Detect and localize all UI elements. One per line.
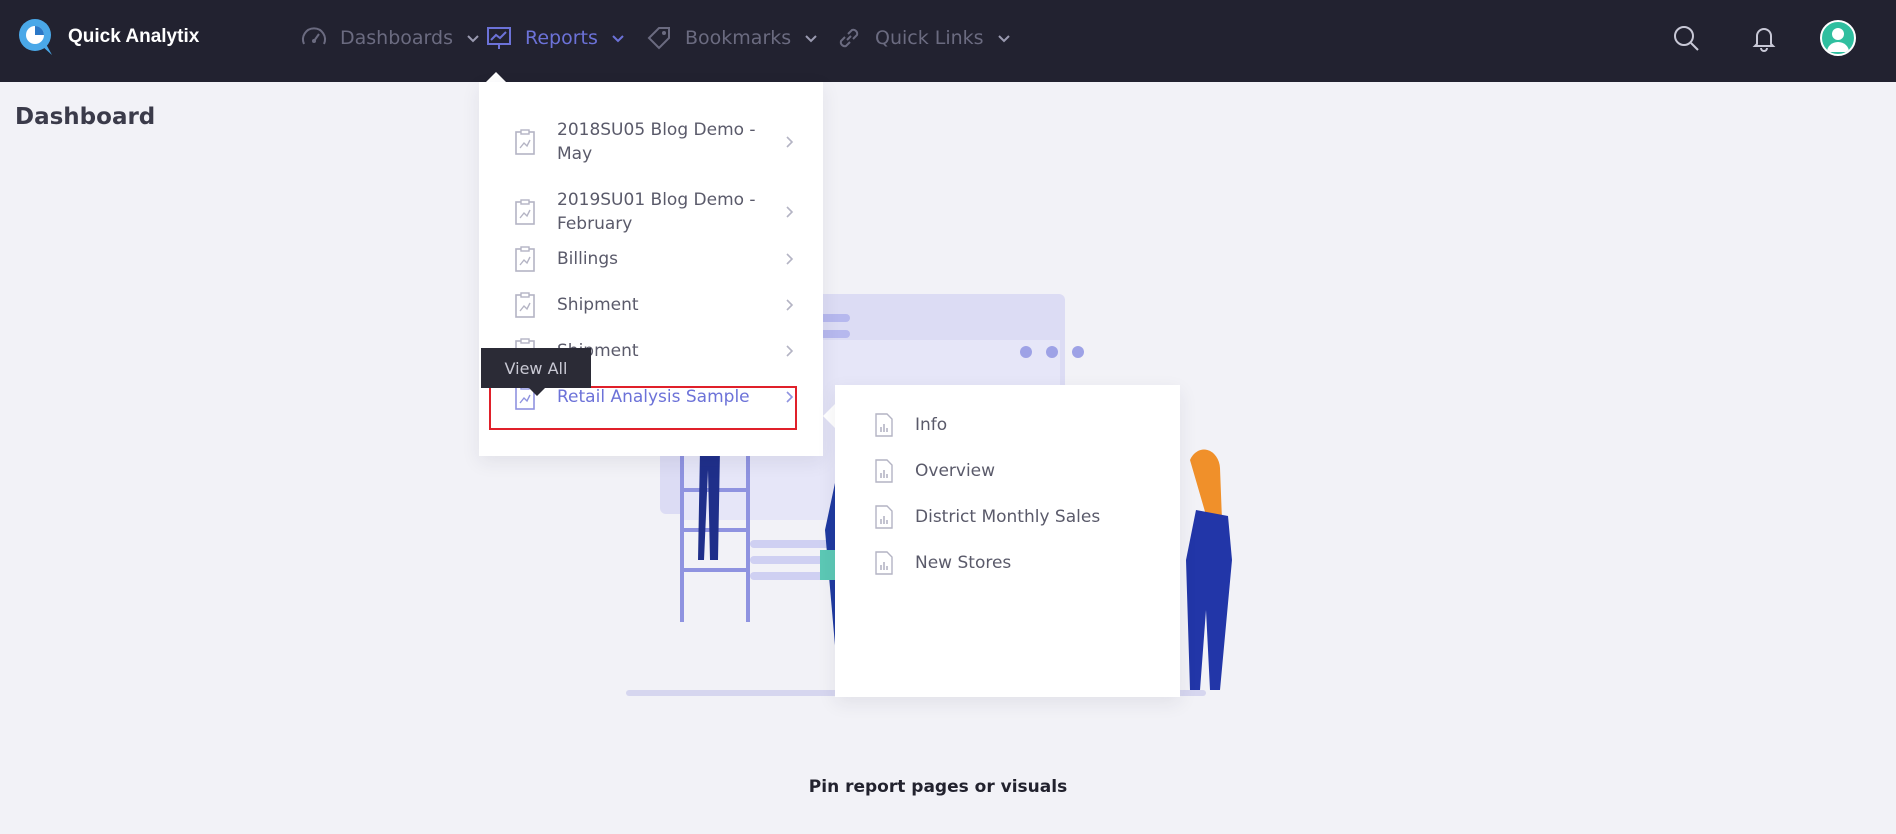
top-navbar: Quick Analytix Dashboards Reports Bookma… [0,0,1896,82]
nav-reports-label: Reports [525,27,598,49]
nav-bookmarks-label: Bookmarks [685,27,792,49]
chevron-right-icon [786,299,794,311]
view-all-tooltip[interactable]: View All [481,348,591,388]
chevron-right-icon [786,136,794,148]
quick-analytix-logo-icon [18,18,54,56]
clipboard-chart-icon [515,199,535,225]
report-page-district-monthly-sales[interactable]: District Monthly Sales [875,505,1100,529]
report-page-info[interactable]: Info [875,413,947,437]
report-item-label: Shipment [557,295,639,315]
clipboard-chart-icon [515,246,535,272]
report-item-shipment[interactable]: Shipment [515,292,795,318]
report-chart-icon [487,27,511,49]
report-item-label: 2019SU01 Blog Demo - February [557,190,756,234]
chevron-down-icon [997,35,1010,43]
page-title: Dashboard [15,104,156,130]
speedometer-icon [302,27,326,45]
report-page-label: Overview [915,461,996,481]
user-avatar-icon[interactable] [1820,20,1856,56]
report-page-label: Info [915,415,948,435]
document-chart-icon [875,505,893,529]
search-icon[interactable] [1670,22,1702,54]
report-page-overview[interactable]: Overview [875,459,995,483]
clipboard-chart-icon [515,129,535,155]
submenu-pointer [823,404,835,428]
nav-reports[interactable]: Reports [485,22,626,54]
document-chart-icon [875,459,893,483]
brand-name: Quick Analytix [68,26,200,47]
bell-icon[interactable] [1748,22,1780,54]
chevron-right-icon [786,253,794,265]
tooltip-tail [529,388,545,396]
link-icon [839,28,859,48]
report-item-label: 2018SU05 Blog Demo - May [557,120,756,164]
empty-state-caption: Pin report pages or visuals [808,777,1068,797]
brand[interactable]: Quick Analytix [18,18,199,56]
tag-icon [647,27,670,50]
report-item-2019su01-blog-demo-february[interactable]: 2019SU01 Blog Demo - February [515,188,795,236]
nav-bookmarks[interactable]: Bookmarks [645,22,819,54]
report-item-2018su05-blog-demo-may[interactable]: 2018SU05 Blog Demo - May [515,118,795,166]
clipboard-chart-icon [515,292,535,318]
report-page-label: District Monthly Sales [915,507,1101,527]
report-item-label: Billings [557,249,618,269]
nav-quick-links-label: Quick Links [875,27,984,49]
chevron-down-icon [612,35,624,43]
chevron-right-icon [786,206,794,218]
chevron-down-icon [467,35,479,43]
report-pages-submenu: Info Overview District Monthly Sales New… [835,385,1180,697]
report-page-new-stores[interactable]: New Stores [875,551,1011,575]
chevron-down-icon [805,35,817,43]
document-chart-icon [875,551,893,575]
document-chart-icon [875,413,893,437]
nav-quick-links[interactable]: Quick Links [835,22,1012,54]
report-item-billings[interactable]: Billings [515,246,795,272]
nav-dashboards[interactable]: Dashboards [300,22,481,54]
chevron-right-icon [786,345,794,357]
nav-dashboards-label: Dashboards [340,27,453,49]
report-page-label: New Stores [915,553,1012,573]
